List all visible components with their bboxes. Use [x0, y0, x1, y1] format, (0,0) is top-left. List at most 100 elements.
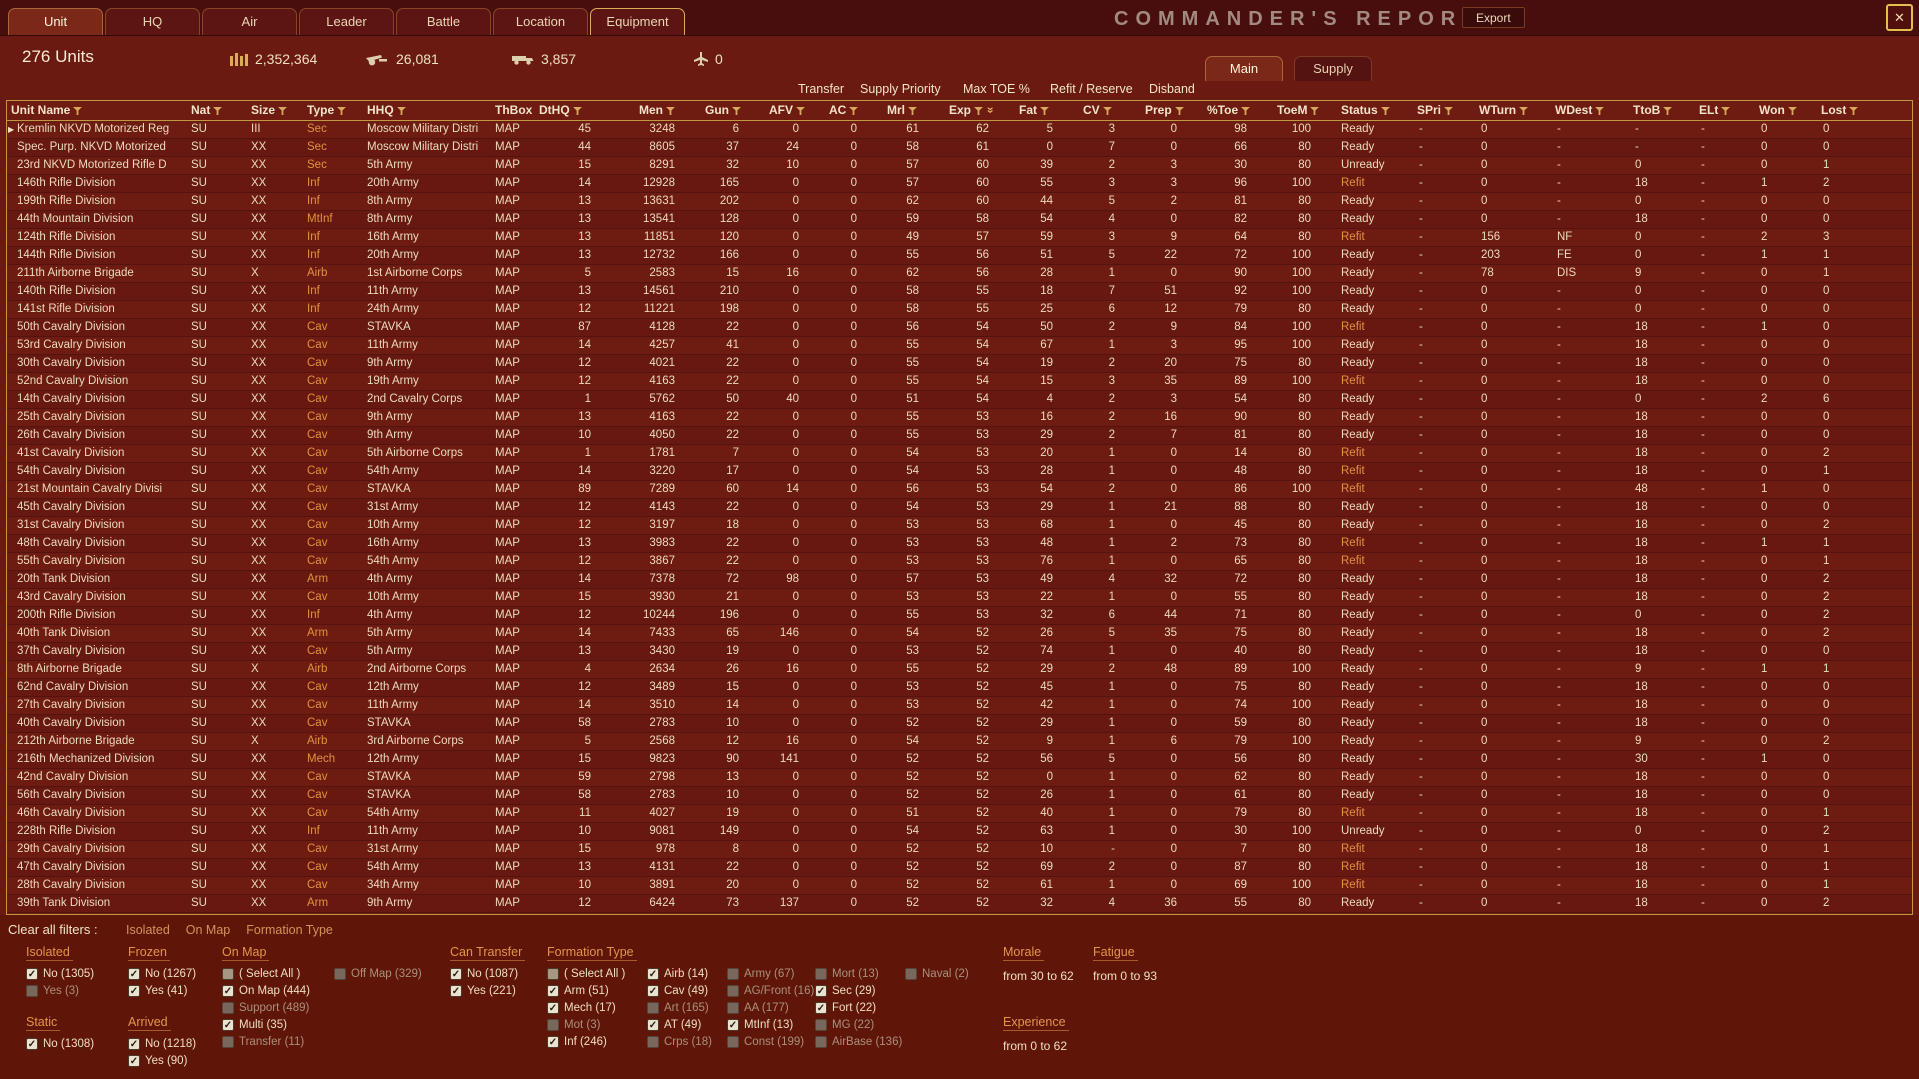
clear-filter-isolated[interactable]: Isolated — [126, 923, 170, 937]
table-row[interactable]: 47th Cavalry Division SU XX Cav 54th Army MAP… — [7, 858, 1912, 877]
filter-icon[interactable] — [796, 103, 805, 117]
col-header-hhq[interactable]: HHQ — [363, 101, 491, 121]
filter-icon[interactable] — [1595, 103, 1605, 117]
col-header-unit-name[interactable]: Unit Name — [7, 101, 187, 121]
col-header-nat[interactable]: Nat — [187, 101, 247, 121]
table-row[interactable]: 44th Mountain Division SU XX MtInf 8th Army M… — [7, 210, 1912, 229]
col-header-elt[interactable]: ELt — [1695, 101, 1755, 121]
col-header-mrl[interactable]: Mrl — [883, 101, 945, 121]
filter-icon[interactable] — [1174, 103, 1184, 117]
col-header-toem[interactable]: ToeM — [1273, 101, 1337, 121]
filter-option-naval-2[interactable]: Naval (2) — [905, 965, 969, 982]
col-header-cv[interactable]: CV — [1079, 101, 1141, 121]
table-row[interactable]: 27th Cavalry Division SU XX Cav 11th Army MAP… — [7, 696, 1912, 715]
filter-option-art-165[interactable]: Art (165) — [647, 999, 727, 1016]
filter-icon[interactable] — [337, 103, 347, 117]
table-row[interactable]: 40th Cavalry Division SU XX Cav STAVKA MAP 58 2… — [7, 714, 1912, 733]
table-row[interactable]: 42nd Cavalry Division SU XX Cav STAVKA MAP 59 2… — [7, 768, 1912, 787]
table-row[interactable]: 56th Cavalry Division SU XX Cav STAVKA MAP 58 2… — [7, 786, 1912, 805]
col-header-spri[interactable]: SPri — [1413, 101, 1475, 121]
tab-hq[interactable]: HQ — [105, 8, 200, 35]
col-header-wdest[interactable]: WDest — [1551, 101, 1629, 121]
tab-air[interactable]: Air — [202, 8, 297, 35]
filter-option-aa-177[interactable]: AA (177) — [727, 999, 815, 1016]
filter-option-multi-35[interactable]: ✓ Multi (35) — [222, 1016, 334, 1033]
col-header-type[interactable]: Type — [303, 101, 363, 121]
table-row[interactable]: 216th Mechanized Division SU XX Mech 12th Ar… — [7, 750, 1912, 769]
table-row[interactable]: 140th Rifle Division SU XX Inf 11th Army MAP 1… — [7, 282, 1912, 301]
filter-icon[interactable] — [1444, 103, 1453, 117]
filter-option-const-199[interactable]: Const (199) — [727, 1033, 815, 1050]
filter-option-select-all[interactable]: ( Select All ) — [547, 965, 647, 982]
table-row[interactable]: 25th Cavalry Division SU XX Cav 9th Army MAP 1… — [7, 408, 1912, 427]
table-row[interactable]: 124th Rifle Division SU XX Inf 16th Army MAP 1… — [7, 228, 1912, 247]
filter-option-select-all[interactable]: ( Select All ) — [222, 965, 334, 982]
col-header-thbox[interactable]: ThBox — [491, 101, 535, 121]
table-row[interactable]: ▶ Kremlin NKVD Motorized Reg SU III Sec Mosco… — [7, 120, 1912, 139]
col-header-toe[interactable]: %Toe — [1203, 101, 1273, 121]
table-row[interactable]: 29th Cavalry Division SU XX Cav 31st Army MAP… — [7, 840, 1912, 859]
filter-icon[interactable] — [1721, 103, 1731, 117]
col-header-won[interactable]: Won — [1755, 101, 1817, 121]
filter-option-airbase-136[interactable]: AirBase (136) — [815, 1033, 905, 1050]
filter-icon[interactable] — [1102, 103, 1112, 117]
table-row[interactable]: 212th Airborne Brigade SU X Airb 3rd Airborn… — [7, 732, 1912, 751]
filter-icon[interactable] — [1849, 103, 1859, 117]
filter-icon[interactable] — [1040, 103, 1049, 117]
filter-option-at-49[interactable]: ✓ AT (49) — [647, 1016, 727, 1033]
filter-option-transfer-11[interactable]: Transfer (11) — [222, 1033, 334, 1050]
filter-icon[interactable] — [666, 103, 675, 117]
filter-icon[interactable] — [572, 103, 582, 117]
view-tab-main[interactable]: Main — [1205, 56, 1283, 81]
filter-icon[interactable] — [1519, 103, 1529, 117]
table-row[interactable]: 53rd Cavalry Division SU XX Cav 11th Army MAP… — [7, 336, 1912, 355]
filter-option-support-489[interactable]: Support (489) — [222, 999, 334, 1016]
filter-option-crps-18[interactable]: Crps (18) — [647, 1033, 727, 1050]
filter-option-arm-51[interactable]: ✓ Arm (51) — [547, 982, 647, 999]
filter-option-airb-14[interactable]: ✓ Airb (14) — [647, 965, 727, 982]
table-row[interactable]: 55th Cavalry Division SU XX Cav 54th Army MAP… — [7, 552, 1912, 571]
filter-icon[interactable] — [1380, 103, 1390, 117]
filter-option-mech-17[interactable]: ✓ Mech (17) — [547, 999, 647, 1016]
filter-option-yes-221[interactable]: ✓ Yes (221) — [450, 982, 545, 999]
col-header-dthq[interactable]: DtHQ — [535, 101, 635, 121]
table-row[interactable]: 31st Cavalry Division SU XX Cav 10th Army MAP… — [7, 516, 1912, 535]
col-header-exp[interactable]: Exp « — [945, 101, 1015, 121]
table-row[interactable]: 20th Tank Division SU XX Arm 4th Army MAP 14 73… — [7, 570, 1912, 589]
col-header-status[interactable]: Status — [1337, 101, 1413, 121]
table-row[interactable]: 54th Cavalry Division SU XX Cav 54th Army MAP… — [7, 462, 1912, 481]
clear-filter-on-map[interactable]: On Map — [186, 923, 230, 937]
table-row[interactable]: 28th Cavalry Division SU XX Cav 34th Army MAP… — [7, 876, 1912, 895]
col-header-afv[interactable]: AFV — [765, 101, 825, 121]
col-header-size[interactable]: Size — [247, 101, 303, 121]
filter-icon[interactable] — [1241, 103, 1251, 117]
filter-option-mg-22[interactable]: MG (22) — [815, 1016, 905, 1033]
table-row[interactable]: 144th Rifle Division SU XX Inf 20th Army MAP 1… — [7, 246, 1912, 265]
filter-icon[interactable] — [908, 103, 917, 117]
filter-option-no-1218[interactable]: ✓ No (1218) — [128, 1035, 223, 1052]
filter-option-inf-246[interactable]: ✓ Inf (246) — [547, 1033, 647, 1050]
filter-option-no-1305[interactable]: ✓ No (1305) — [26, 965, 121, 982]
filter-option-no-1308[interactable]: ✓ No (1308) — [26, 1035, 121, 1052]
filter-option-fort-22[interactable]: ✓ Fort (22) — [815, 999, 905, 1016]
filter-option-cav-49[interactable]: ✓ Cav (49) — [647, 982, 727, 999]
tab-leader[interactable]: Leader — [299, 8, 394, 35]
view-tab-supply[interactable]: Supply — [1294, 56, 1372, 81]
clear-filter-formation-type[interactable]: Formation Type — [246, 923, 333, 937]
filter-icon[interactable] — [278, 103, 287, 117]
col-header-gun[interactable]: Gun — [701, 101, 765, 121]
table-row[interactable]: Spec. Purp. NKVD Motorized SU XX Sec Moscow … — [7, 138, 1912, 157]
table-row[interactable]: 39th Tank Division SU XX Arm 9th Army MAP 12 64… — [7, 894, 1912, 913]
col-header-ac[interactable]: AC — [825, 101, 883, 121]
filter-icon[interactable] — [396, 103, 406, 117]
tab-battle[interactable]: Battle — [396, 8, 491, 35]
filter-option-no-1087[interactable]: ✓ No (1087) — [450, 965, 545, 982]
table-row[interactable]: 8th Airborne Brigade SU X Airb 2nd Airborne … — [7, 660, 1912, 679]
filter-option-no-1267[interactable]: ✓ No (1267) — [128, 965, 223, 982]
table-row[interactable]: 21st Mountain Cavalry Divisi SU XX Cav STAVK… — [7, 480, 1912, 499]
table-row[interactable]: 141st Rifle Division SU XX Inf 24th Army MAP 1… — [7, 300, 1912, 319]
table-row[interactable]: 14th Cavalry Division SU XX Cav 2nd Cavalry … — [7, 390, 1912, 409]
filter-option-army-67[interactable]: Army (67) — [727, 965, 815, 982]
table-row[interactable]: 48th Cavalry Division SU XX Cav 16th Army MAP… — [7, 534, 1912, 553]
filter-option-ag-front-16[interactable]: AG/Front (16) — [727, 982, 815, 999]
